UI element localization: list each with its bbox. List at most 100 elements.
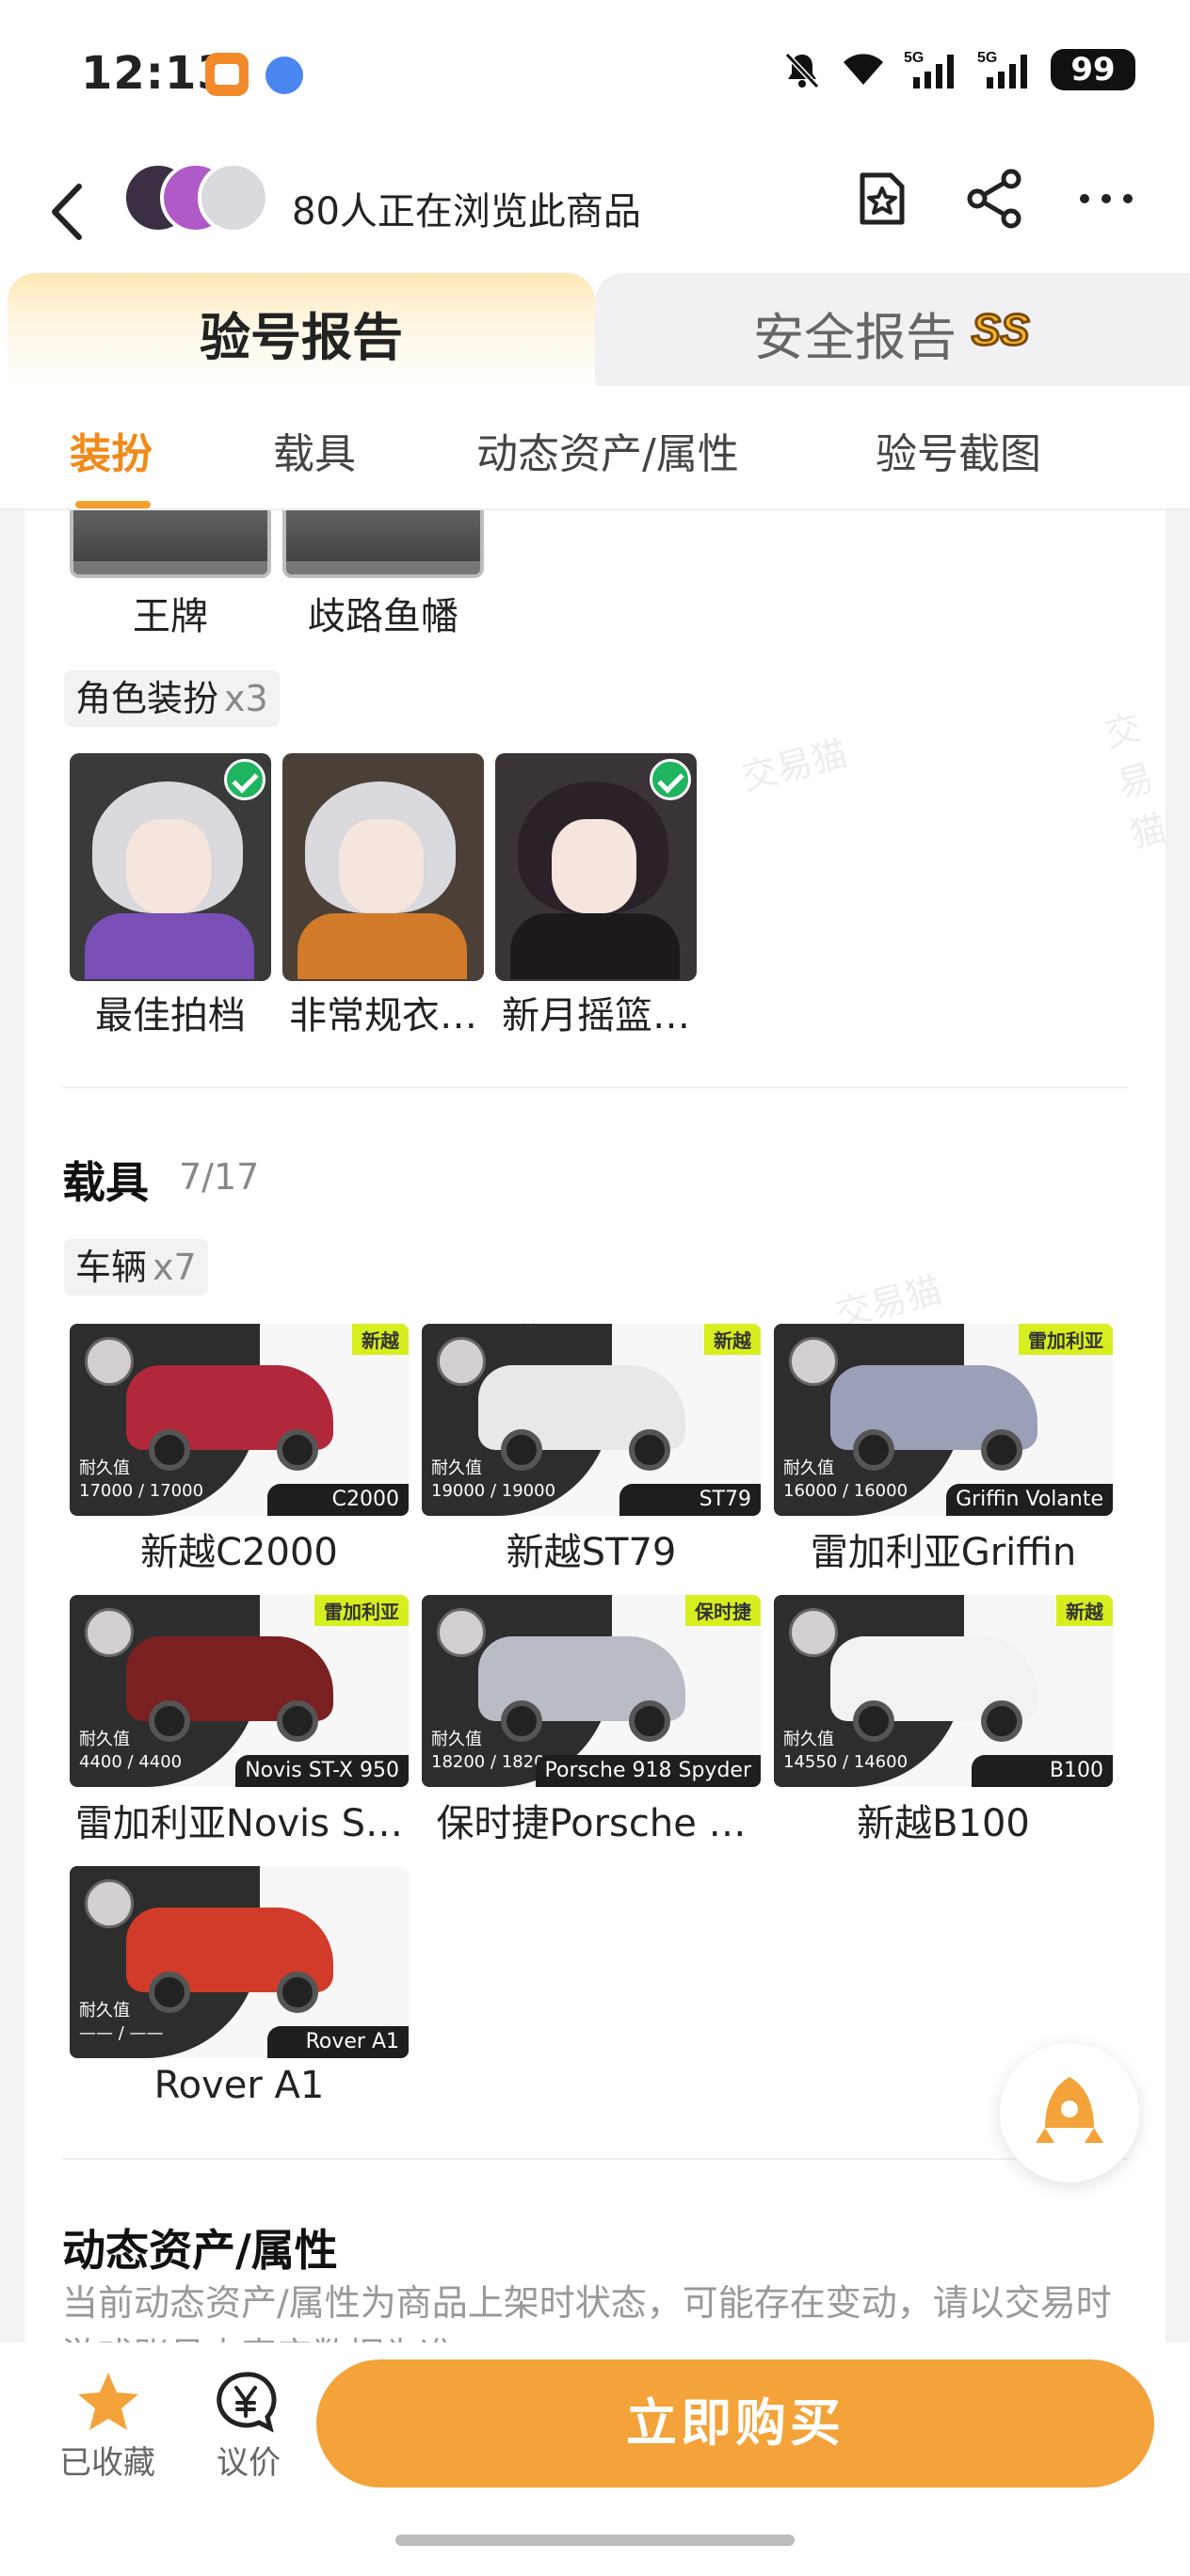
svg-text:5G: 5G: [977, 50, 997, 66]
vehicle-model-tag: ST79: [619, 1484, 761, 1516]
vehicle-card[interactable]: 雷加利亚耐久值 16000 / 16000 Griffin Volante: [774, 1324, 1113, 1516]
more-icon[interactable]: [1073, 166, 1139, 232]
back-icon[interactable]: [43, 179, 90, 245]
tab-security-report[interactable]: 安全报告 SS: [595, 273, 1190, 386]
wheel: [981, 1429, 1022, 1471]
active-tab-indicator: [75, 501, 151, 508]
outfit-card[interactable]: [70, 753, 271, 981]
avatar: [198, 162, 269, 233]
bargain-button[interactable]: [213, 2371, 279, 2437]
star-icon: [78, 2373, 138, 2430]
durability-label: 耐久值: [783, 1730, 834, 1749]
durability-label: 耐久值: [783, 1458, 834, 1478]
share-icon[interactable]: [962, 166, 1028, 232]
durability-value: 4400 / 4400: [79, 1752, 183, 1772]
app-page: 12:13 5G 5G 99 80人正在浏览此商品 验号报告 安全报告 SS 装…: [0, 0, 1190, 2576]
vehicle-brand-tag: 雷加利亚: [1019, 1324, 1113, 1355]
vehicle-brand-tag: 雷加利亚: [314, 1595, 409, 1626]
wheel: [981, 1700, 1022, 1742]
emblem-card[interactable]: [70, 510, 271, 578]
outfit-chip-label: 角色装扮: [75, 678, 219, 719]
vehicle-brand-tag: 新越: [1056, 1595, 1113, 1626]
tab-screenshots[interactable]: 验号截图: [876, 420, 1041, 480]
vehicle-label: 新越C2000: [140, 1531, 338, 1574]
outfit-label: 最佳拍档: [95, 994, 246, 1038]
home-indicator[interactable]: [395, 2535, 795, 2546]
battery-indicator: 99: [1051, 49, 1135, 90]
checkmark-icon: [224, 759, 265, 800]
section-divider: [62, 2158, 1128, 2160]
signal-5g-icon: 5G: [904, 49, 960, 90]
vehicle-card[interactable]: 新越耐久值 17000 / 17000 C2000: [70, 1324, 409, 1516]
vehicle-brand-tag: 新越: [704, 1324, 761, 1355]
status-icons: 5G 5G 99: [781, 49, 1135, 90]
vehicle-card[interactable]: 新越耐久值 14550 / 14600 B100: [774, 1595, 1113, 1787]
character-face: [126, 819, 211, 913]
tab-dynamic-assets[interactable]: 动态资产/属性: [476, 420, 739, 480]
tab-inspection-label: 验号报告: [200, 308, 403, 367]
vehicles-title: 载具: [62, 1157, 149, 1208]
vehicle-model-tag: Novis ST-X 950: [235, 1755, 409, 1787]
wheel: [629, 1700, 670, 1742]
durability-info: 耐久值 17000 / 17000: [79, 1457, 203, 1503]
favorite-button[interactable]: [56, 2371, 160, 2437]
durability-value: —— / ——: [79, 2023, 164, 2043]
tab-security-label: 安全报告: [753, 308, 957, 367]
vehicle-card[interactable]: 保时捷 耐久值 18200 / 18200 Porsche 918 Spyder: [422, 1595, 761, 1787]
durability-info: 耐久值 14550 / 14600: [783, 1729, 908, 1774]
section-tabs: 装扮 载具 动态资产/属性 验号截图: [0, 386, 1190, 510]
wheel: [629, 1429, 670, 1471]
vehicle-model-tag: B100: [972, 1755, 1113, 1787]
vehicle-card[interactable]: 耐久值 —— / —— Rover A1: [70, 1866, 409, 2058]
pilot-avatar: [789, 1337, 838, 1386]
vehicle-card[interactable]: 新越耐久值 19000 / 19000 ST79: [422, 1324, 761, 1516]
vehicle-brand-tag: 新越: [352, 1324, 409, 1355]
durability-value: 17000 / 17000: [79, 1481, 204, 1501]
vehicle-label: 雷加利亚Novis S…: [74, 1802, 404, 1845]
emblem-label: 王牌: [133, 595, 208, 638]
durability-info: 耐久值 16000 / 16000: [783, 1457, 908, 1503]
security-badge-text: SS: [972, 305, 1030, 354]
watermark: 交易猫: [737, 732, 852, 799]
character-outfit: [298, 913, 467, 979]
vehicle-model-tag: Griffin Volante: [946, 1484, 1113, 1516]
character-face: [552, 819, 636, 913]
outfit-card[interactable]: [495, 753, 697, 981]
section-divider: [62, 1087, 1128, 1088]
durability-info: 耐久值 —— / ——: [79, 2000, 164, 2045]
character-outfit: [85, 913, 254, 979]
pilot-avatar: [789, 1608, 838, 1657]
vehicle-label: 新越B100: [857, 1802, 1030, 1845]
svg-text:5G: 5G: [904, 50, 924, 66]
vehicle-label: 雷加利亚Griffin: [810, 1531, 1077, 1574]
character-outfit: [510, 913, 680, 979]
app-notification-icon: [205, 53, 249, 96]
favorite-star-icon[interactable]: [849, 166, 915, 232]
vehicle-card[interactable]: 雷加利亚 耐久值 4400 / 4400 Novis ST-X 950: [70, 1595, 409, 1787]
report-tabs: 验号报告 安全报告 SS: [0, 273, 1190, 386]
pilot-avatar: [437, 1608, 486, 1657]
watermark: 交易猫: [1100, 706, 1166, 856]
emblem-label: 歧路鱼幡: [308, 595, 458, 638]
wifi-icon: [840, 51, 887, 89]
outfit-chip: 角色装扮 x3: [64, 670, 280, 727]
durability-info: 耐久值 19000 / 19000: [431, 1457, 555, 1503]
vehicle-chip-label: 车辆: [75, 1247, 148, 1288]
durability-label: 耐久值: [431, 1458, 482, 1478]
emblem-card[interactable]: [282, 510, 484, 578]
tab-inspection-report[interactable]: 验号报告: [8, 273, 595, 386]
yuan-chat-icon: [217, 2372, 277, 2433]
outfit-card[interactable]: [282, 753, 484, 981]
buy-now-button[interactable]: 立即购买: [316, 2359, 1154, 2487]
vehicle-model-tag: C2000: [267, 1484, 409, 1516]
tab-outfits[interactable]: 装扮: [70, 420, 153, 480]
checkmark-icon: [650, 759, 691, 800]
signal-5g-icon-2: 5G: [977, 49, 1034, 90]
assistant-float-button[interactable]: [1000, 2043, 1139, 2182]
wheel: [277, 1972, 318, 2013]
outfit-chip-count: x3: [224, 678, 268, 719]
vehicles-count: 7/17: [179, 1156, 260, 1198]
outfit-label: 非常规衣…: [289, 994, 477, 1038]
durability-label: 耐久值: [79, 2001, 130, 2021]
tab-vehicles[interactable]: 载具: [273, 420, 356, 480]
